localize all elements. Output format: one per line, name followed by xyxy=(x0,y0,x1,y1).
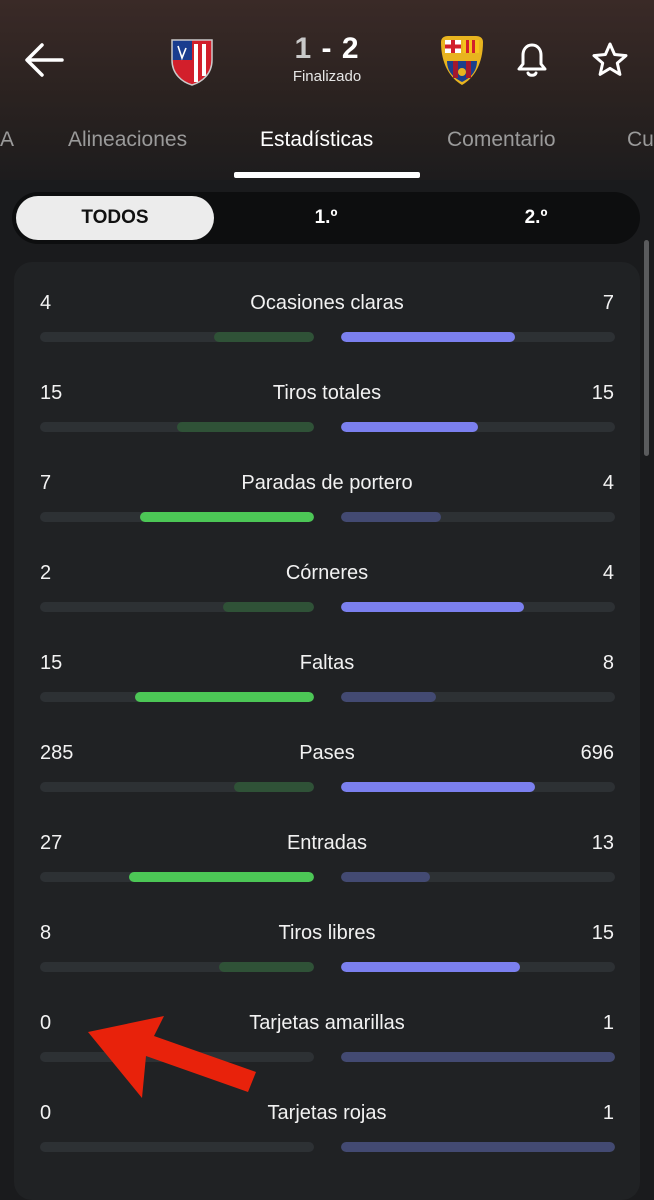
scrollbar[interactable] xyxy=(644,240,649,456)
atletico-madrid-crest-icon[interactable] xyxy=(168,34,216,86)
away-bar-fill xyxy=(341,872,431,882)
score-line: 1 - 2 xyxy=(262,32,392,66)
bell-icon xyxy=(517,43,547,77)
scoreboard: 1 - 2 Finalizado xyxy=(262,32,392,85)
tab-cuotas[interactable]: Cu xyxy=(627,112,654,180)
away-bar xyxy=(341,962,615,972)
match-header: 1 - 2 Finalizado A Alineaciones Estadíst… xyxy=(0,0,654,180)
notifications-button[interactable] xyxy=(512,40,552,80)
stat-row: 15 Tiros totales 15 xyxy=(14,352,640,442)
stat-row: 15 Faltas 8 xyxy=(14,622,640,712)
home-bar-fill xyxy=(129,872,314,882)
tab-estadisticas[interactable]: Estadísticas xyxy=(260,112,373,180)
stat-label: Paradas de portero xyxy=(241,472,413,494)
away-bar xyxy=(341,1052,615,1062)
away-value: 696 xyxy=(580,742,614,764)
away-value: 15 xyxy=(591,922,614,944)
home-bar xyxy=(40,962,314,972)
tab-alineaciones[interactable]: Alineaciones xyxy=(68,112,187,180)
away-bar xyxy=(341,692,615,702)
fc-barcelona-crest-icon[interactable] xyxy=(438,34,486,86)
away-bar-fill xyxy=(341,692,437,702)
away-bar xyxy=(341,1142,615,1152)
home-bar-fill xyxy=(222,602,314,612)
away-value: 1 xyxy=(602,1012,614,1034)
home-bar xyxy=(40,1052,314,1062)
stat-row: 4 Ocasiones claras 7 xyxy=(14,262,640,352)
home-bar xyxy=(40,332,314,342)
away-value: 4 xyxy=(602,562,614,584)
arrow-left-icon xyxy=(25,43,64,77)
away-bar-fill xyxy=(341,332,516,342)
away-value: 7 xyxy=(602,292,614,314)
away-bar-fill xyxy=(341,1052,615,1062)
away-bar-fill xyxy=(341,1142,615,1152)
stat-label: Tarjetas rojas xyxy=(267,1102,387,1124)
away-value: 8 xyxy=(602,652,614,674)
tab-resumen[interactable]: A xyxy=(0,112,14,180)
home-bar-fill xyxy=(135,692,314,702)
stat-row: 27 Entradas 13 xyxy=(14,802,640,892)
home-bar xyxy=(40,422,314,432)
match-status: Finalizado xyxy=(292,68,362,85)
period-first-half[interactable]: 1.º xyxy=(226,196,426,240)
active-tab-indicator xyxy=(234,172,420,178)
home-bar xyxy=(40,782,314,792)
tab-comentario[interactable]: Comentario xyxy=(447,112,556,180)
away-score: 2 xyxy=(341,32,360,65)
away-value: 13 xyxy=(591,832,614,854)
stat-row: 2 Córneres 4 xyxy=(14,532,640,622)
home-score: 1 xyxy=(294,32,313,65)
away-bar-fill xyxy=(341,962,520,972)
away-value: 15 xyxy=(591,382,614,404)
stat-label: Entradas xyxy=(286,832,368,854)
stat-label: Tiros totales xyxy=(272,382,382,404)
away-bar xyxy=(341,872,615,882)
away-bar-fill xyxy=(341,422,478,432)
home-bar xyxy=(40,692,314,702)
tab-bar: A Alineaciones Estadísticas Comentario C… xyxy=(0,112,654,180)
away-bar-fill xyxy=(341,602,524,612)
stat-label: Tiros libres xyxy=(278,922,376,944)
away-bar-fill xyxy=(341,782,536,792)
away-bar xyxy=(341,512,615,522)
home-bar-fill xyxy=(177,422,314,432)
away-value: 4 xyxy=(602,472,614,494)
back-button[interactable] xyxy=(22,40,66,80)
stat-label: Ocasiones claras xyxy=(250,292,404,314)
star-icon xyxy=(592,42,628,76)
stats-card: 4 Ocasiones claras 7 15 Tiros totales 15… xyxy=(14,262,640,1200)
away-bar xyxy=(341,602,615,612)
home-bar xyxy=(40,1142,314,1152)
home-bar xyxy=(40,872,314,882)
home-bar xyxy=(40,602,314,612)
home-bar-fill xyxy=(234,782,314,792)
stat-row: 0 Tarjetas rojas 1 xyxy=(14,1072,640,1162)
home-bar xyxy=(40,512,314,522)
stat-label: Pases xyxy=(299,742,355,764)
away-bar xyxy=(341,332,615,342)
away-value: 1 xyxy=(602,1102,614,1124)
stat-row: 285 Pases 696 xyxy=(14,712,640,802)
stat-row: 0 Tarjetas amarillas 1 xyxy=(14,982,640,1072)
period-todos[interactable]: TODOS xyxy=(16,196,214,240)
period-second-half[interactable]: 2.º xyxy=(436,196,636,240)
home-bar-fill xyxy=(218,962,314,972)
home-bar-fill xyxy=(214,332,314,342)
away-bar xyxy=(341,422,615,432)
stat-label: Tarjetas amarillas xyxy=(249,1012,405,1034)
home-bar-fill xyxy=(139,512,314,522)
stat-row: 8 Tiros libres 15 xyxy=(14,892,640,982)
away-bar-fill xyxy=(341,512,441,522)
stat-label: Faltas xyxy=(299,652,355,674)
stat-row: 7 Paradas de portero 4 xyxy=(14,442,640,532)
stat-label: Córneres xyxy=(285,562,369,584)
away-bar xyxy=(341,782,615,792)
score-separator: - xyxy=(321,32,333,65)
period-selector: TODOS 1.º 2.º xyxy=(12,192,640,244)
favorite-button[interactable] xyxy=(590,40,630,80)
